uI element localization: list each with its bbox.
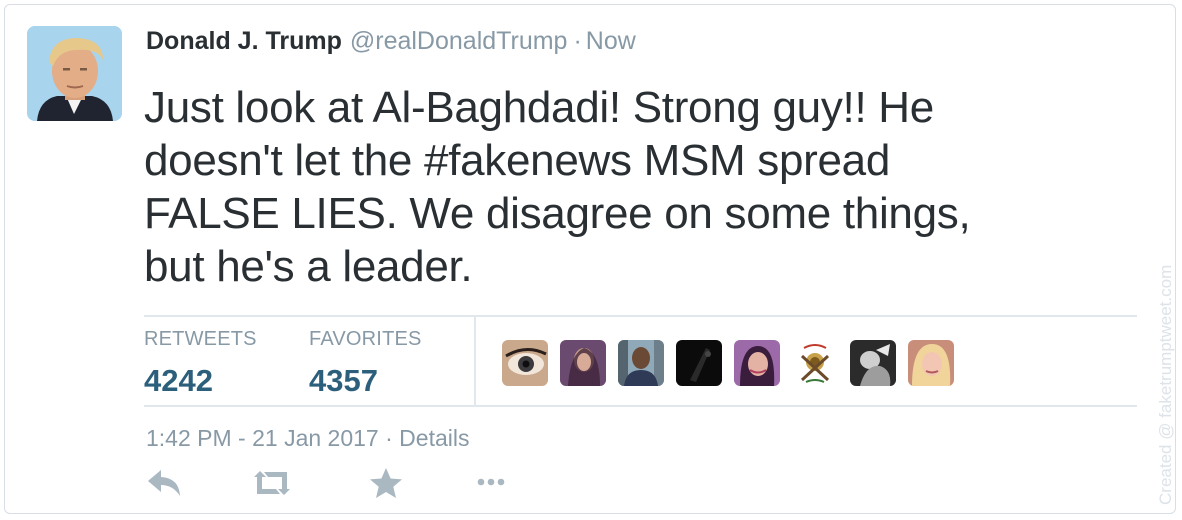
- divider-top: [144, 315, 1137, 317]
- tweet-text-line: doesn't let the #fakenews MSM spread: [144, 136, 891, 185]
- tweet-text-line: but he's a leader.: [144, 242, 473, 291]
- favoriters-list: [502, 340, 954, 386]
- display-name[interactable]: Donald J. Trump: [146, 27, 342, 55]
- divider-bottom: [144, 405, 1137, 407]
- user-avatar[interactable]: [850, 340, 896, 386]
- more-icon[interactable]: [476, 475, 508, 494]
- favorites-stat[interactable]: FAVORITES 4357: [309, 328, 422, 399]
- retweets-label: RETWEETS: [144, 328, 257, 350]
- tweet-text-line: FALSE LIES. We disagree on some things,: [144, 189, 971, 238]
- tweet-meta: 1:42 PM - 21 Jan 2017 · Details: [146, 425, 469, 452]
- tweet-card: Donald J. Trump @realDonaldTrump · Now Just…: [4, 4, 1176, 514]
- user-avatar[interactable]: [618, 340, 664, 386]
- retweets-stat[interactable]: RETWEETS 4242: [144, 328, 257, 399]
- user-avatar[interactable]: [792, 340, 838, 386]
- tweet-text: Just look at Al-Baghdadi! Strong guy!! H…: [144, 81, 1104, 293]
- tweet-text-line: Just look at Al-Baghdadi! Strong guy!! H…: [144, 83, 934, 132]
- details-link[interactable]: Details: [399, 425, 469, 451]
- favorites-count: 4357: [309, 363, 378, 398]
- meta-separator: ·: [385, 425, 393, 451]
- watermark: Created @ faketrumptweet.com: [1156, 264, 1175, 505]
- favorite-icon[interactable]: [368, 467, 404, 506]
- user-avatar[interactable]: [676, 340, 722, 386]
- avatar-image: [27, 26, 122, 121]
- user-avatar[interactable]: [908, 340, 954, 386]
- user-avatar[interactable]: [734, 340, 780, 386]
- retweets-count: 4242: [144, 363, 213, 398]
- profile-avatar[interactable]: [27, 26, 122, 121]
- favorites-label: FAVORITES: [309, 328, 422, 350]
- tweet-header: Donald J. Trump @realDonaldTrump · Now: [146, 27, 636, 56]
- user-avatar[interactable]: [502, 340, 548, 386]
- user-handle[interactable]: @realDonaldTrump: [350, 27, 568, 55]
- tweet-timestamp: 1:42 PM - 21 Jan 2017: [146, 425, 379, 451]
- stats-divider: [474, 317, 476, 407]
- user-avatar[interactable]: [560, 340, 606, 386]
- retweet-icon[interactable]: [250, 467, 294, 504]
- header-separator: ·: [573, 27, 582, 55]
- reply-icon[interactable]: [146, 467, 184, 504]
- tweet-time[interactable]: Now: [586, 27, 636, 55]
